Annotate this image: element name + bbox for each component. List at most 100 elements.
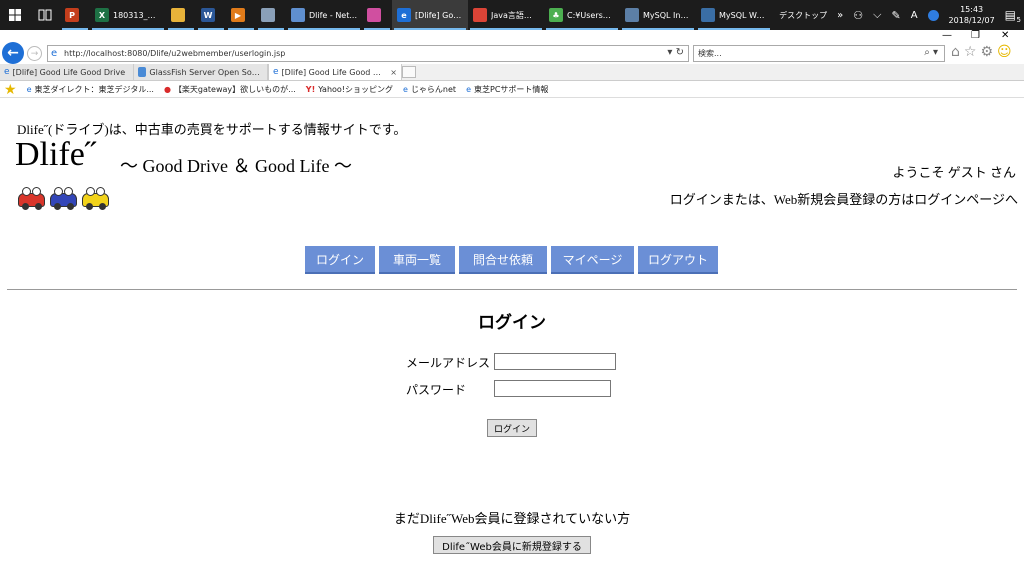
login-submit-button[interactable]: ログイン bbox=[487, 419, 537, 437]
favorite-link[interactable]: e 東芝PCサポート情報 bbox=[466, 84, 548, 95]
browser-tab[interactable]: e [Dlife] Good Life Good Drive bbox=[0, 64, 134, 80]
taskbar-app[interactable] bbox=[362, 0, 392, 30]
ime-indicator[interactable]: A bbox=[911, 10, 918, 21]
address-controls: ▾ ↻ bbox=[667, 47, 684, 58]
taskbar-app[interactable]: MySQL Inst... bbox=[620, 0, 696, 30]
taskbar-app[interactable] bbox=[166, 0, 196, 30]
address-row: ← → e http://localhost:8080/Dlife/u2webm… bbox=[0, 40, 1024, 66]
favorite-link[interactable]: ● 【楽天gateway】欲しいものが... bbox=[164, 84, 296, 95]
taskbar-app[interactable]: W bbox=[196, 0, 226, 30]
browser-tools: ⌂ ☆ ⚙ ☺ bbox=[951, 44, 1012, 60]
taskbar-app-label: Dlife - Net... bbox=[309, 10, 357, 20]
home-icon[interactable]: ⌂ bbox=[951, 44, 960, 60]
start-button[interactable] bbox=[0, 0, 30, 30]
search-input[interactable]: 検索... ⌕ ▾ bbox=[693, 45, 945, 62]
taskbar-app[interactable]: Dlife - Net... bbox=[286, 0, 362, 30]
car-mascots bbox=[16, 187, 111, 212]
nav-mypage-button[interactable]: マイページ bbox=[551, 246, 634, 274]
tab-strip: e [Dlife] Good Life Good Drive GlassFish S… bbox=[0, 64, 1024, 81]
media-icon: ▶ bbox=[231, 8, 245, 22]
nav-logout-button[interactable]: ログアウト bbox=[638, 246, 718, 274]
glassfish-icon bbox=[138, 67, 147, 77]
arrow-right-icon: → bbox=[30, 48, 39, 59]
yahoo-icon: Y! bbox=[305, 85, 316, 94]
chevron-up-icon[interactable]: ⌵ bbox=[873, 8, 881, 22]
pen-icon[interactable]: ✎ bbox=[891, 9, 900, 22]
main-nav: ログイン 車両一覧 問合せ依頼 マイページ ログアウト bbox=[305, 246, 718, 274]
password-field[interactable] bbox=[494, 380, 611, 397]
address-bar[interactable]: e http://localhost:8080/Dlife/u2webmembe… bbox=[47, 45, 689, 62]
settings-gear-icon[interactable]: ⚙ bbox=[980, 44, 993, 60]
tab-label: [Dlife] Good Life Good Drive bbox=[12, 67, 126, 77]
clock[interactable]: 15:43 2018/12/07 bbox=[949, 4, 995, 26]
taskbar-apps: P X 180313_カリ... W ▶ Dlife - Net... e [Dlife] G… bbox=[60, 0, 772, 30]
network-icon bbox=[261, 8, 275, 22]
ie-page-icon: e bbox=[273, 67, 279, 77]
task-view-icon bbox=[38, 9, 52, 21]
taskbar-app-label: 180313_カリ... bbox=[113, 10, 161, 20]
browser-tab[interactable]: e [Dlife] Good Life Good Drive × bbox=[268, 64, 402, 80]
tab-close-icon[interactable]: × bbox=[390, 68, 397, 77]
back-button[interactable]: ← bbox=[2, 42, 24, 64]
favorite-link[interactable]: Y! Yahoo!ショッピング bbox=[306, 84, 393, 95]
search-icon[interactable]: ⌕ ▾ bbox=[924, 47, 938, 58]
desktop-toolbar[interactable]: デスクトップ bbox=[779, 10, 827, 21]
register-button[interactable]: Dlife˝Web会員に新規登録する bbox=[433, 536, 591, 554]
refresh-icon[interactable]: ↻ bbox=[676, 47, 684, 58]
search-placeholder: 検索... bbox=[698, 49, 722, 58]
clock-time: 15:43 bbox=[960, 5, 984, 14]
favorite-link[interactable]: e 東芝ダイレクト：東芝デジタル... bbox=[27, 84, 154, 95]
ie-page-icon: e bbox=[4, 67, 10, 77]
nav-inquiry-button[interactable]: 問合せ依頼 bbox=[459, 246, 547, 274]
taskbar-app[interactable]: ▶ bbox=[226, 0, 256, 30]
dropdown-icon[interactable]: ▾ bbox=[667, 47, 672, 58]
ie-page-icon: e bbox=[51, 48, 58, 59]
browser-tab[interactable]: GlassFish Server Open Source E... bbox=[134, 64, 268, 80]
system-tray: デスクトップ » ⚇ ⌵ ✎ A 15:43 2018/12/07 ▤ 5 bbox=[779, 0, 1024, 30]
taskbar-app[interactable]: P bbox=[60, 0, 90, 30]
blue-car-icon bbox=[48, 187, 79, 212]
mysql-workbench-icon bbox=[701, 8, 715, 22]
red-car-icon bbox=[16, 187, 47, 212]
nav-login-button[interactable]: ログイン bbox=[305, 246, 375, 274]
taskbar-app-label: [Dlife] Goo... bbox=[415, 10, 463, 20]
nav-vehicle-list-button[interactable]: 車両一覧 bbox=[379, 246, 455, 274]
url-text: http://localhost:8080/Dlife/u2webmember/… bbox=[64, 49, 286, 58]
taskbar-app[interactable] bbox=[256, 0, 286, 30]
favorite-label: Yahoo!ショッピング bbox=[318, 85, 394, 94]
globe-icon[interactable] bbox=[927, 9, 939, 21]
smiley-icon[interactable]: ☺ bbox=[997, 44, 1012, 60]
taskbar-app-label: MySQL Inst... bbox=[643, 10, 691, 20]
taskbar-app-label: MySQL Wor... bbox=[719, 10, 767, 20]
favorite-link[interactable]: e じゃらんnet bbox=[403, 84, 456, 95]
taskbar-app-label: C:¥Users¥1... bbox=[567, 10, 615, 20]
people-icon[interactable]: ⚇ bbox=[853, 9, 863, 22]
taskbar-app[interactable]: X 180313_カリ... bbox=[90, 0, 166, 30]
new-tab-button[interactable] bbox=[402, 66, 416, 78]
welcome-message: ようこそ ゲスト さん bbox=[892, 165, 1016, 180]
clock-date: 2018/12/07 bbox=[948, 16, 995, 25]
forward-button[interactable]: → bbox=[27, 46, 42, 61]
favorites-star-icon[interactable]: ☆ bbox=[964, 44, 977, 60]
divider bbox=[7, 289, 1017, 290]
favorite-label: 東芝PCサポート情報 bbox=[474, 85, 549, 94]
toolbar-more-icon[interactable]: » bbox=[837, 10, 843, 21]
taskbar-app[interactable]: MySQL Wor... bbox=[696, 0, 772, 30]
favorites-star-icon[interactable]: ★ bbox=[4, 82, 17, 98]
site-logo: Dlife˝ bbox=[15, 136, 97, 173]
word-icon: W bbox=[201, 8, 215, 22]
favorite-label: じゃらんnet bbox=[410, 85, 457, 94]
ie-page-icon: e bbox=[466, 85, 471, 94]
taskbar-app[interactable]: ♣ C:¥Users¥1... bbox=[544, 0, 620, 30]
task-view-button[interactable] bbox=[30, 0, 60, 30]
rakuten-icon: ● bbox=[163, 85, 171, 94]
app-icon bbox=[367, 8, 381, 22]
arrow-left-icon: ← bbox=[7, 45, 19, 61]
email-field[interactable] bbox=[494, 353, 616, 370]
favorite-label: 【楽天gateway】欲しいものが... bbox=[173, 85, 296, 94]
taskbar-app[interactable]: e [Dlife] Goo... bbox=[392, 0, 468, 30]
notification-icon[interactable]: ▤ 5 bbox=[1005, 8, 1021, 24]
favorites-bar: ★ e 東芝ダイレクト：東芝デジタル... ● 【楽天gateway】欲しいものが..… bbox=[0, 82, 1024, 98]
ie-icon: e bbox=[397, 8, 411, 22]
taskbar-app[interactable]: Java言語入... bbox=[468, 0, 544, 30]
